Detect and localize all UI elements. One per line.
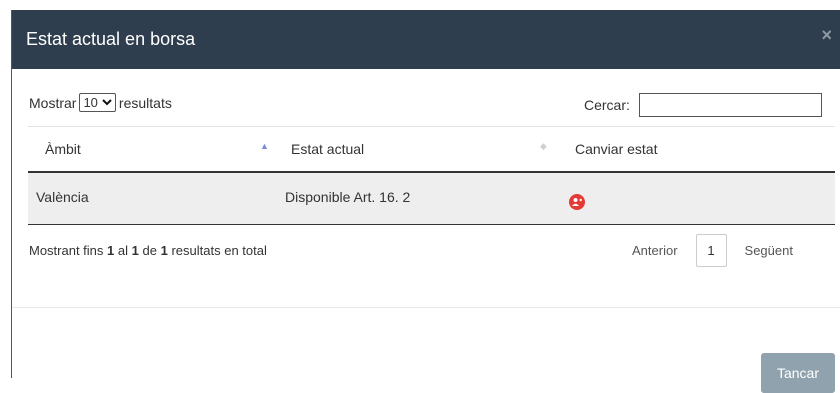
cell-estat: Disponible Art. 16. 2 [285,189,411,205]
page-length-control: Mostrar 10 resultats [29,93,172,112]
search-control: Cercar: [584,93,822,117]
info-suffix: resultats en total [171,243,267,258]
info-prefix: Mostrant fins [29,243,104,258]
info-to: 1 [131,243,139,258]
chevron-down-icon [102,99,112,106]
column-header-ambit[interactable]: Àmbit [45,141,81,157]
pagination: Anterior 1 Següent [622,234,803,267]
close-button[interactable]: Tancar [761,353,835,393]
close-icon[interactable]: × [821,25,832,46]
column-header-estat[interactable]: Estat actual [291,141,364,157]
user-change-icon[interactable] [569,194,585,210]
search-label: Cercar: [584,97,630,113]
cell-ambit: València [36,189,89,205]
page-length-prefix: Mostrar [29,94,77,111]
pagination-next[interactable]: Següent [735,243,803,258]
table-toolbar: Mostrar 10 resultats Cercar: [12,90,840,117]
table-row: València Disponible Art. 16. 2 [28,173,835,225]
pagination-previous[interactable]: Anterior [622,243,688,258]
modal-header: Estat actual en borsa × [12,10,840,69]
info-mid: al [117,243,129,258]
page-length-value: 10 [83,95,98,110]
info-total: 1 [160,243,168,258]
results-table: Àmbit ▲ Estat actual ◆ Canviar estat Val… [28,126,835,225]
sort-asc-icon: ▲ [260,141,269,151]
sort-both-icon: ◆ [540,141,547,151]
page-length-suffix: resultats [118,94,172,111]
pagination-page-1[interactable]: 1 [695,234,727,267]
info-mid2: de [142,243,157,258]
modal-title: Estat actual en borsa [26,29,196,49]
footer-divider [12,307,840,308]
table-info: Mostrant fins 1 al 1 de 1 resultats en t… [29,243,267,258]
page-length-select[interactable]: 10 [79,93,116,112]
search-input[interactable] [638,93,822,117]
column-header-canviar: Canviar estat [575,141,658,157]
info-from: 1 [107,243,115,258]
modal-dialog: Estat actual en borsa × Mostrar 10 resul… [11,10,840,393]
table-header: Àmbit ▲ Estat actual ◆ Canviar estat [28,126,835,173]
